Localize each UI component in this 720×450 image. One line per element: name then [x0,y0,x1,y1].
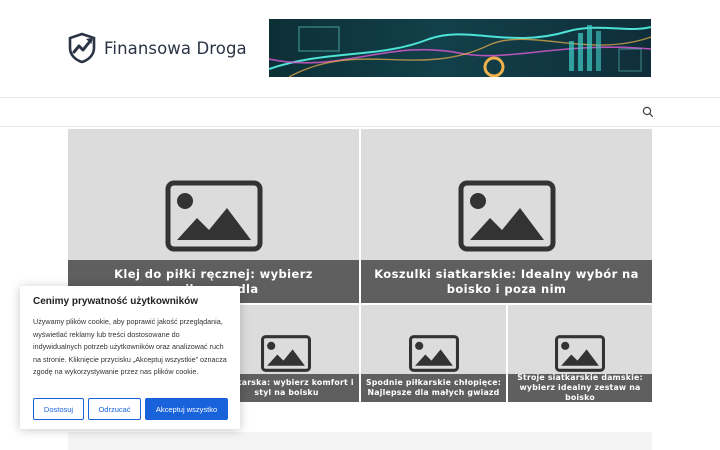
site-name: Finansowa Droga [104,38,247,58]
image-placeholder-icon [408,335,459,372]
content-bottom-strip [68,432,652,450]
image-placeholder-icon [165,180,262,252]
post-card-large[interactable]: Klej do piłki ręcznej: wybierz najlepszy… [68,129,359,303]
site-logo[interactable]: Finansowa Droga [66,32,247,64]
customize-button[interactable]: Dostosuj [33,398,84,420]
main-navigation [0,97,720,127]
reject-button[interactable]: Odrzucać [88,398,141,420]
cookie-buttons: Dostosuj Odrzucać Akceptuj wszystko [33,398,228,420]
accept-all-button[interactable]: Akceptuj wszystko [145,398,228,420]
post-card-small[interactable]: Spodnie piłkarskie chłopięce: Najlepsze … [361,305,506,402]
site-header: Finansowa Droga [0,0,720,97]
header-banner-image [269,19,651,77]
cookie-title: Cenimy prywatność użytkowników [33,296,199,307]
post-title[interactable]: Stroje siatkarskie damskie: wybierz idea… [508,373,652,402]
post-title[interactable]: Koszulki siatkarskie: Idealny wybór na b… [361,260,652,303]
post-card-small[interactable]: Stroje siatkarskie damskie: wybierz idea… [508,305,652,402]
image-placeholder-icon [458,180,555,252]
shield-chart-icon [68,32,96,64]
search-icon[interactable] [641,105,655,119]
cookie-consent-banner: Cenimy prywatność użytkowników Używamy p… [20,286,240,429]
post-title[interactable]: Spodnie piłkarskie chłopięce: Najlepsze … [361,374,506,402]
image-placeholder-icon [261,335,311,372]
post-card-large[interactable]: Koszulki siatkarskie: Idealny wybór na b… [361,129,652,303]
cookie-description: Używamy plików cookie, aby poprawić jako… [33,317,227,377]
image-placeholder-icon [555,335,605,372]
